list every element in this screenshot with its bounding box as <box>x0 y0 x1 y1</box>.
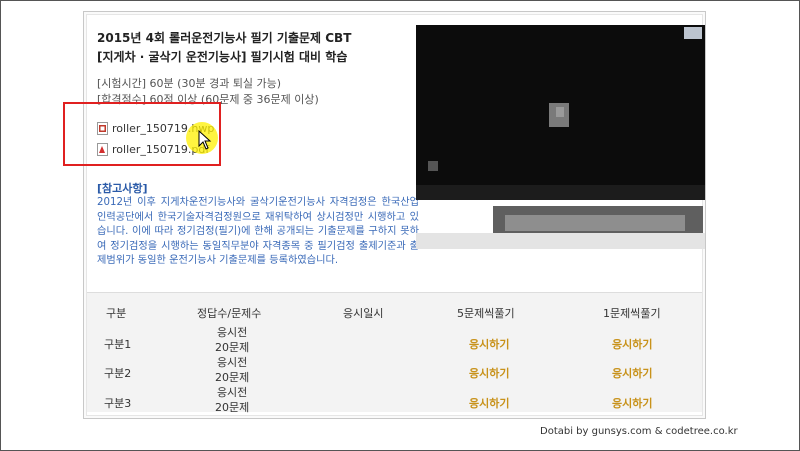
status-text: 응시전 <box>216 386 248 399</box>
mouse-cursor-icon <box>198 129 212 154</box>
table-header-datetime: 응시일시 <box>343 307 384 320</box>
start-one-button[interactable]: 응시하기 <box>612 365 652 381</box>
exam-subtitle: [지게차 · 굴삭기 운전기능사] 필기시험 대비 학습 <box>97 50 348 64</box>
exam-title: 2015년 4회 롤러운전기능사 필기 기출문제 CBT <box>97 31 352 45</box>
video-badge <box>684 27 702 39</box>
table-row-label: 구분1 <box>104 338 132 351</box>
start-one-button[interactable]: 응시하기 <box>612 395 652 411</box>
reference-title: [참고사항] <box>97 182 148 195</box>
table-row-label: 구분2 <box>104 367 132 380</box>
reference-body: 2012년 이후 지게차운전기능사와 굴삭기운전기능사 자격검정은 한국산업인력… <box>97 197 419 266</box>
table-header-one: 1문제씩풀기 <box>603 307 661 320</box>
video-strip <box>416 233 705 249</box>
exam-table: 구분 정답수/문제수 응시일시 5문제씩풀기 1문제씩풀기 구분1 응시전 20… <box>87 292 702 415</box>
video-caption-inner <box>505 215 685 231</box>
exam-time-info: [시험시간] 60분 (30분 경과 퇴실 가능) <box>97 77 282 90</box>
footer-credit: Dotabi by gunsys.com & codetree.co.kr <box>540 426 738 437</box>
table-row-status: 응시전 20문제 <box>215 385 249 415</box>
exam-card: 2015년 4회 롤러운전기능사 필기 기출문제 CBT [지게차 · 굴삭기 … <box>83 11 706 419</box>
exam-card-inner: 2015년 4회 롤러운전기능사 필기 기출문제 CBT [지게차 · 굴삭기 … <box>86 14 705 416</box>
video-bottom-bar <box>416 185 705 200</box>
start-five-button[interactable]: 응시하기 <box>469 395 509 411</box>
start-five-button[interactable]: 응시하기 <box>469 336 509 352</box>
table-header-five: 5문제씩풀기 <box>457 307 515 320</box>
table-header-score: 정답수/문제수 <box>197 307 262 320</box>
start-one-button[interactable]: 응시하기 <box>612 336 652 352</box>
table-header-category: 구분 <box>106 307 127 320</box>
video-corner-marker <box>428 161 438 171</box>
status-text: 응시전 <box>216 326 248 339</box>
start-five-button[interactable]: 응시하기 <box>469 365 509 381</box>
count-text: 20문제 <box>215 401 250 414</box>
table-row-label: 구분3 <box>104 397 132 410</box>
count-text: 20문제 <box>215 371 250 384</box>
table-row-status: 응시전 20문제 <box>215 325 249 355</box>
video-player[interactable] <box>416 25 705 200</box>
table-row-status: 응시전 20문제 <box>215 355 249 385</box>
status-text: 응시전 <box>216 356 248 369</box>
play-icon-center <box>556 107 564 117</box>
count-text: 20문제 <box>215 341 250 354</box>
